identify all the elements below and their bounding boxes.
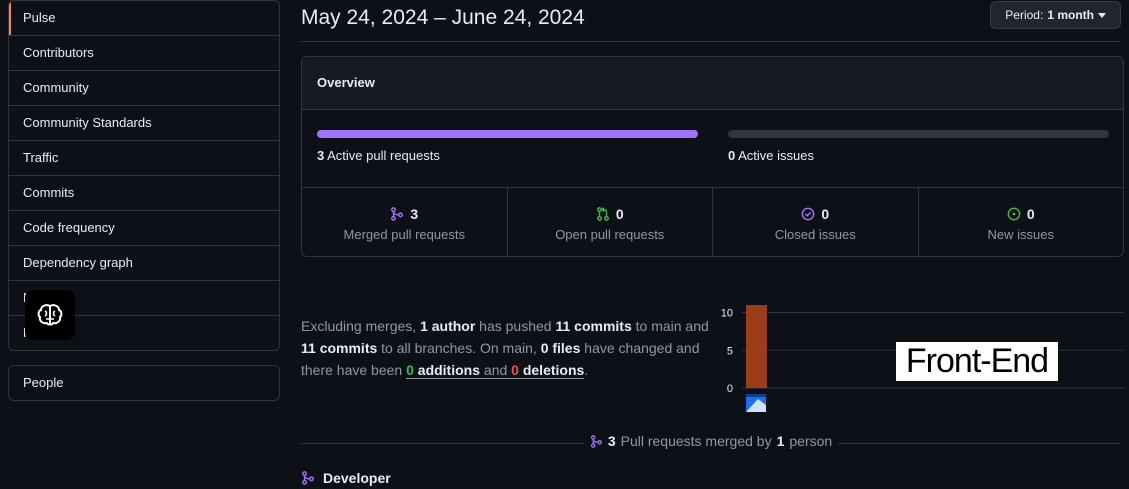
sidebar-item-4[interactable]: Traffic: [9, 141, 279, 176]
stat-new-issues-label: New issues: [987, 227, 1054, 242]
sidebar-item-0[interactable]: Pulse: [9, 1, 279, 36]
issue-opened-icon: [1007, 207, 1021, 221]
summary-text-2: has pushed: [475, 318, 556, 334]
sidebar-item-3[interactable]: Community Standards: [9, 106, 279, 141]
stat-merged-prs-label: Merged pull requests: [343, 227, 465, 242]
git-merge-icon: [391, 207, 404, 221]
stat-open-prs-value: 0: [615, 206, 624, 222]
additions-count: 0: [406, 362, 414, 378]
stat-new-issues-value: 0: [1026, 206, 1035, 222]
period-label: Period:: [1005, 8, 1044, 22]
developer-section[interactable]: Developer: [301, 470, 391, 486]
git-merge-icon: [302, 471, 314, 485]
date-range-title: May 24, 2024 – June 24, 2024: [301, 6, 585, 29]
stat-new-issues[interactable]: 0 New issues: [919, 188, 1124, 256]
additions-deletions-link[interactable]: 0 additions and 0 deletions: [406, 362, 585, 379]
developer-label: Developer: [323, 470, 391, 486]
active-issues-label: Active issues: [738, 148, 815, 163]
overview-stats: 3 Merged pull requests 0 Open pull reque…: [302, 188, 1124, 256]
git-pull-request-icon: [596, 207, 609, 221]
issue-closed-icon: [801, 207, 815, 221]
stat-closed-issues-label: Closed issues: [774, 227, 856, 242]
front-end-label: Front-End: [896, 342, 1058, 381]
active-prs-count: 3: [317, 148, 325, 163]
chart-bars: [746, 305, 767, 388]
deletions-word: deletions: [522, 362, 585, 378]
summary-text-1: Excluding merges,: [301, 318, 421, 334]
summary-text-3: to main and: [631, 318, 709, 334]
sidebar-item-people[interactable]: People: [9, 366, 279, 400]
stat-closed-issues[interactable]: 0 Closed issues: [713, 188, 919, 256]
contributor-avatar[interactable]: [746, 394, 766, 412]
brain-badge: [25, 290, 75, 340]
summary-author-count: 1 author: [420, 318, 476, 334]
summary-commits-main: 11 commits: [555, 318, 632, 334]
overview-title: Overview: [302, 57, 1123, 110]
summary-commits-all: 11 commits: [301, 340, 378, 356]
y-tick-label: 0: [727, 383, 733, 395]
active-issues-bar: [728, 130, 1109, 138]
sidebar-item-2[interactable]: Community: [9, 71, 279, 106]
sidebar-item-1[interactable]: Contributors: [9, 36, 279, 71]
summary-text-7: .: [584, 362, 589, 378]
overview-progress: 3 Active pull requests 0 Active issues: [302, 110, 1123, 188]
period-value: 1 month: [1047, 8, 1094, 22]
git-merge-icon: [590, 434, 602, 448]
active-prs-label: Active pull requests: [327, 148, 440, 163]
active-prs-bar: [317, 130, 698, 138]
active-prs-summary[interactable]: 3 Active pull requests: [317, 148, 440, 163]
merged-people-word: person: [789, 433, 833, 449]
y-tick-label: 10: [721, 308, 733, 320]
people-nav: People: [8, 365, 280, 401]
commit-summary: Excluding merges, 1 author has pushed 11…: [301, 315, 713, 381]
sidebar-item-6[interactable]: Code frequency: [9, 211, 279, 246]
summary-text-6: and: [480, 362, 512, 378]
stat-merged-prs[interactable]: 3 Merged pull requests: [302, 188, 508, 256]
period-dropdown-button[interactable]: Period: 1 month: [990, 1, 1121, 29]
merged-prs-heading: 3 Pull requests merged by 1 person: [301, 433, 1121, 451]
active-issues-count: 0: [728, 148, 736, 163]
merged-text: Pull requests merged by: [620, 433, 772, 449]
summary-text-4: to all branches. On main,: [377, 340, 541, 356]
merged-people-count: 1: [776, 433, 785, 449]
header-divider: [301, 41, 1121, 42]
y-tick-label: 5: [727, 345, 733, 357]
merged-count: 3: [607, 433, 616, 449]
stat-closed-issues-value: 0: [821, 206, 830, 222]
active-prs-bar-fill: [317, 130, 698, 138]
active-issues-summary[interactable]: 0 Active issues: [728, 148, 814, 163]
deletions-count: 0: [511, 362, 519, 378]
commit-bar[interactable]: [746, 305, 767, 388]
additions-word: additions: [417, 362, 481, 378]
summary-files: 0 files: [540, 340, 581, 356]
caret-down-icon: [1098, 12, 1106, 18]
stat-open-prs[interactable]: 0 Open pull requests: [508, 188, 713, 256]
stat-merged-prs-value: 3: [410, 206, 419, 222]
sidebar-item-5[interactable]: Commits: [9, 176, 279, 211]
brain-icon: [37, 304, 63, 326]
sidebar-item-7[interactable]: Dependency graph: [9, 246, 279, 281]
overview-box: Overview 3 Active pull requests 0 Active…: [301, 56, 1124, 257]
stat-open-prs-label: Open pull requests: [555, 227, 665, 242]
